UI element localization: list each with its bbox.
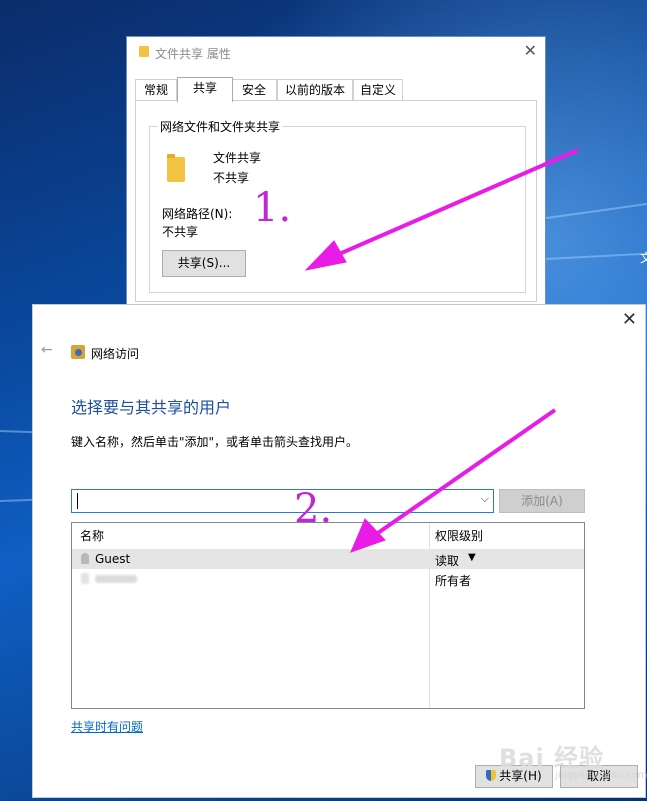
baidu-watermark: Bai 经验 xyxy=(499,744,605,772)
step-2-arrow xyxy=(350,408,557,553)
arrow-shaft xyxy=(329,148,579,260)
tab-sharing[interactable]: 共享 xyxy=(177,77,233,102)
arrow-shaft xyxy=(373,408,557,537)
arrow-head xyxy=(304,240,347,271)
annotation-arrows xyxy=(304,148,579,553)
arrow-head xyxy=(350,518,386,553)
watermark-url: jingyan.baidu.com xyxy=(555,770,647,781)
step-1-arrow xyxy=(304,148,579,271)
